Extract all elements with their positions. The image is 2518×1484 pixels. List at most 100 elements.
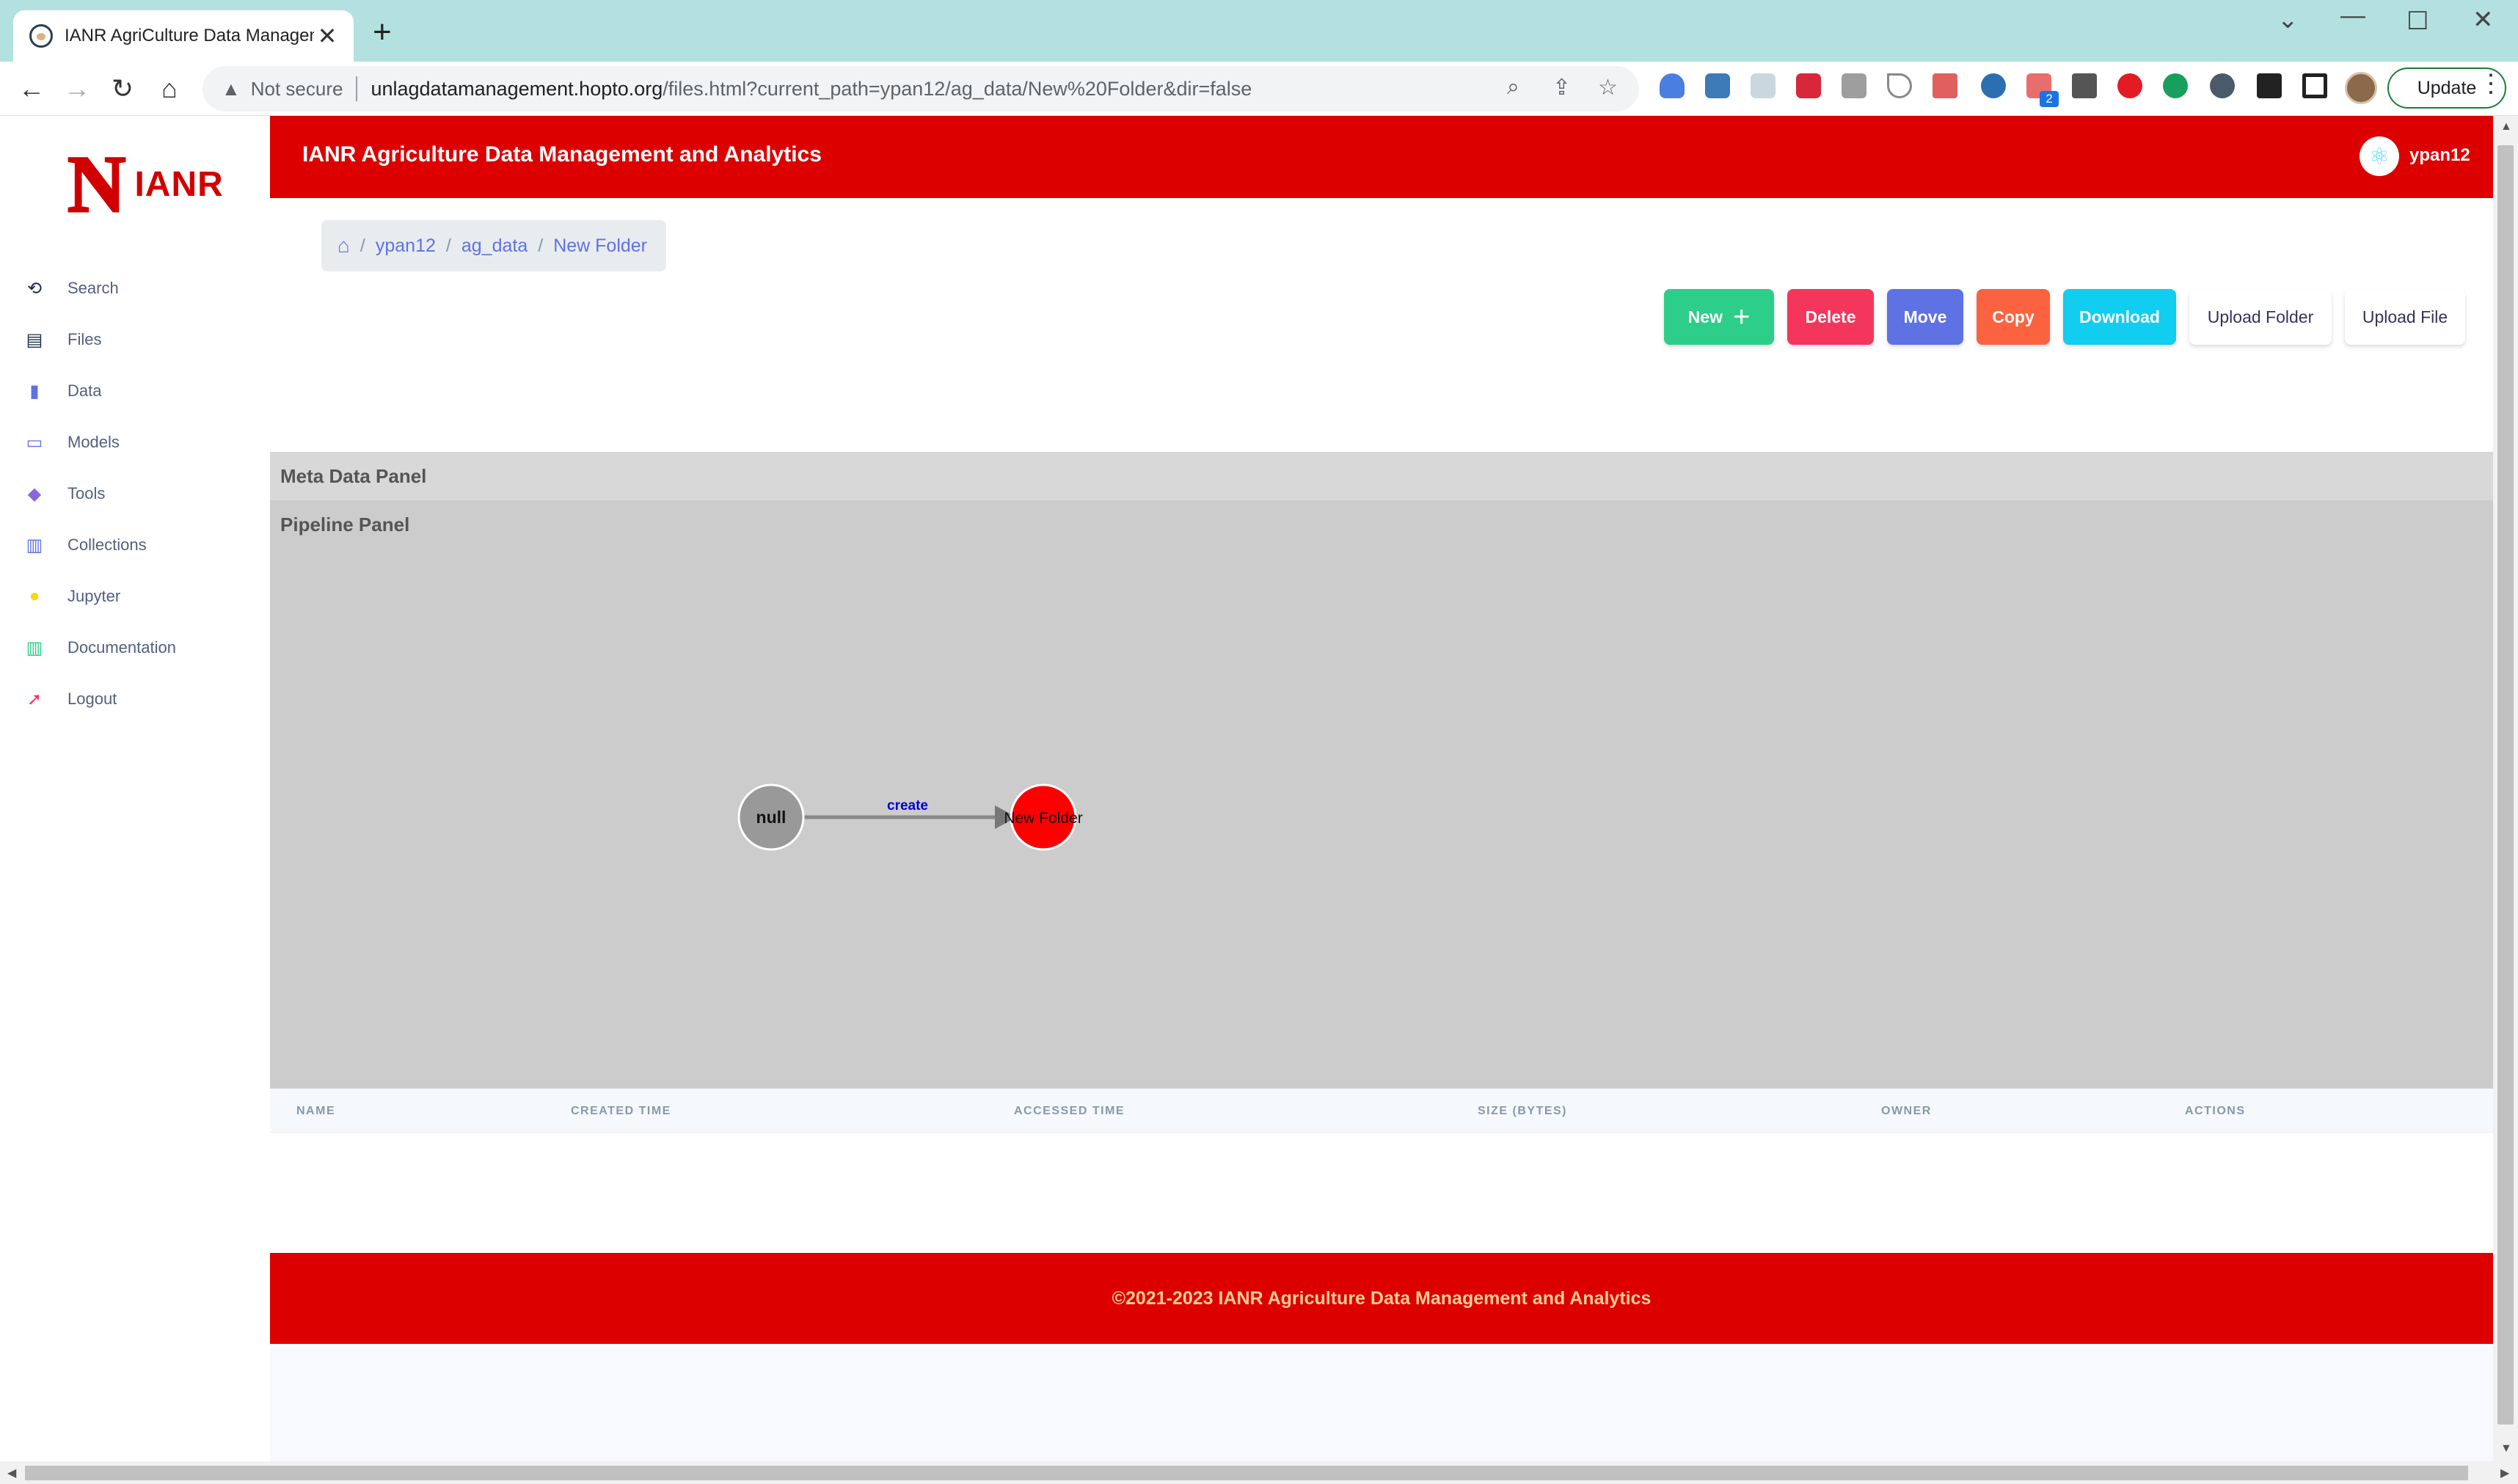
camera-extension-icon[interactable] (1842, 73, 1866, 98)
delete-button[interactable]: Delete (1787, 289, 1874, 345)
horizontal-scrollbar[interactable]: ◀ ▶ (0, 1461, 2518, 1484)
profile-avatar[interactable] (2345, 72, 2377, 104)
sidebar-item-files[interactable]: ▤ Files (0, 314, 270, 365)
sidebar-item-logout[interactable]: ➚ Logout (0, 673, 270, 725)
file-actions: New + Delete Move Copy Download Upload F… (1664, 289, 2465, 345)
user-icon: ● (29, 586, 40, 606)
books-icon: ▥ (26, 637, 43, 658)
ianr-logo[interactable]: N IANR (66, 139, 224, 229)
quote-extension-icon[interactable] (2163, 73, 2188, 98)
home-icon[interactable]: ⌂ (337, 234, 350, 257)
share-icon[interactable]: ⇪ (1552, 75, 1571, 100)
extension-badge: 2 (2040, 91, 2059, 107)
meta-data-panel-title: Meta Data Panel (280, 465, 427, 487)
scroll-up-icon[interactable]: ▲ (2500, 120, 2512, 134)
breadcrumb-item[interactable]: ag_data (461, 235, 528, 257)
scroll-down-icon[interactable]: ▼ (2500, 1442, 2512, 1455)
sidebar-item-label: Data (67, 381, 102, 400)
bookmark-star-icon[interactable]: ☆ (1598, 75, 1618, 100)
forward-icon[interactable]: → (59, 70, 95, 107)
plus-icon: + (1732, 301, 1751, 333)
sidebar-item-label: Models (67, 433, 120, 451)
maximize-icon[interactable]: ☐ (2406, 9, 2428, 34)
sidebar-item-documentation[interactable]: ▥ Documentation (0, 622, 270, 673)
not-secure-label[interactable]: Not secure (251, 78, 343, 100)
extension-icon[interactable] (2210, 73, 2235, 98)
pipeline-node-label: null (756, 808, 787, 827)
breadcrumb-separator: / (445, 235, 451, 256)
column-header-actions: ACTIONS (2185, 1105, 2246, 1117)
vertical-scroll-thumb[interactable] (2497, 145, 2514, 1425)
breadcrumb-separator: / (360, 235, 365, 256)
user-name[interactable]: ypan12 (2409, 145, 2470, 166)
search-extension-icon[interactable] (1981, 73, 2006, 98)
copy-button[interactable]: Copy (1977, 289, 2050, 345)
laptop-icon: ▭ (26, 432, 43, 453)
sidebar-item-search[interactable]: ⟲ Search (0, 263, 270, 314)
breadcrumb: ⌂ / ypan12 / ag_data / New Folder (321, 220, 667, 271)
column-header-name[interactable]: NAME (296, 1105, 335, 1118)
files-table-header: NAME CREATED TIME ACCESSED TIME SIZE (BY… (270, 1089, 2493, 1133)
extension-icon[interactable] (2072, 73, 2097, 98)
extension-icon[interactable] (1933, 73, 1957, 98)
files-icon: ▤ (26, 329, 43, 350)
browser-tab-strip: IANR AgriCulture Data Managemen ✕ + ⌄ — … (0, 0, 2518, 62)
column-header-size[interactable]: SIZE (BYTES) (1478, 1105, 1567, 1118)
column-header-accessed-time[interactable]: ACCESSED TIME (1014, 1105, 1125, 1118)
home-icon[interactable]: ⌂ (151, 70, 188, 107)
column-header-created-time[interactable]: CREATED TIME (571, 1105, 671, 1118)
horizontal-scroll-thumb[interactable] (25, 1466, 2468, 1480)
reload-icon[interactable]: ↻ (104, 70, 141, 107)
move-button[interactable]: Move (1887, 289, 1963, 345)
download-button[interactable]: Download (2063, 289, 2176, 345)
address-bar[interactable]: ▲ Not secure unlagdatamanagement.hopto.o… (202, 66, 1639, 112)
pipeline-node-label: New Folder (1004, 810, 1082, 827)
extension-icon[interactable] (1660, 73, 1685, 98)
extension-icon[interactable] (1796, 73, 1821, 98)
zoom-icon[interactable]: ⌕ (1507, 75, 1519, 100)
extension-icon[interactable] (1751, 73, 1776, 98)
vertical-scrollbar[interactable]: ▲ ▼ (2493, 116, 2518, 1461)
sidebar-item-tools[interactable]: ◆ Tools (0, 468, 270, 519)
sidebar-item-collections[interactable]: ▥ Collections (0, 519, 270, 571)
sidebar-item-label: Files (67, 330, 102, 348)
app-title: IANR Agriculture Data Management and Ana… (302, 142, 822, 167)
sidebar-item-models[interactable]: ▭ Models (0, 417, 270, 468)
upload-folder-button[interactable]: Upload Folder (2189, 289, 2332, 345)
footer-text: ©2021-2023 IANR Agriculture Data Managem… (1112, 1287, 1652, 1309)
back-icon[interactable]: ← (13, 70, 50, 107)
extensions-puzzle-icon[interactable] (2257, 73, 2282, 98)
upload-file-button[interactable]: Upload File (2345, 289, 2465, 345)
close-window-icon[interactable]: ✕ (2473, 7, 2494, 32)
browser-tab[interactable]: IANR AgriCulture Data Managemen ✕ (13, 10, 354, 62)
scroll-left-icon[interactable]: ◀ (7, 1466, 16, 1480)
user-avatar-icon[interactable]: ⚛ (2360, 136, 2399, 176)
logo-text: IANR (134, 164, 224, 204)
tab-title: IANR AgriCulture Data Managemen (65, 26, 314, 45)
cursor-extension-icon[interactable] (1887, 73, 1912, 98)
tab-close-icon[interactable]: ✕ (314, 22, 340, 50)
logo-n: N (66, 139, 126, 229)
sidebar-item-data[interactable]: ▮ Data (0, 365, 270, 417)
browser-menu-icon[interactable]: ⋮ (2478, 69, 2503, 98)
extension-icon[interactable] (1705, 73, 1730, 98)
pipeline-panel: Pipeline Panel create null New Folder (270, 500, 2493, 1089)
sidebar-item-label: Tools (67, 484, 106, 502)
main-area: IANR Agriculture Data Management and Ana… (270, 116, 2493, 1461)
new-tab-button[interactable]: + (373, 16, 392, 48)
minimize-icon[interactable]: — (2340, 3, 2365, 28)
breadcrumb-item[interactable]: ypan12 (376, 235, 436, 257)
scroll-right-icon[interactable]: ▶ (2500, 1466, 2509, 1480)
sidebar-item-label: Logout (67, 690, 117, 708)
sidebar-item-jupyter[interactable]: ● Jupyter (0, 571, 270, 622)
breadcrumb-item[interactable]: New Folder (553, 235, 647, 257)
url-host: unlagdatamanagement.hopto.org (371, 77, 663, 100)
side-panel-icon[interactable] (2302, 73, 2327, 98)
sidebar-item-label: Jupyter (67, 587, 121, 605)
pipeline-edge-label: create (887, 798, 928, 814)
new-button[interactable]: New + (1664, 289, 1774, 345)
tab-search-icon[interactable]: ⌄ (2277, 7, 2299, 32)
pipeline-graph: create null New Folder (737, 783, 1083, 851)
stop-extension-icon[interactable] (2117, 73, 2142, 98)
column-header-owner[interactable]: OWNER (1881, 1105, 1932, 1118)
